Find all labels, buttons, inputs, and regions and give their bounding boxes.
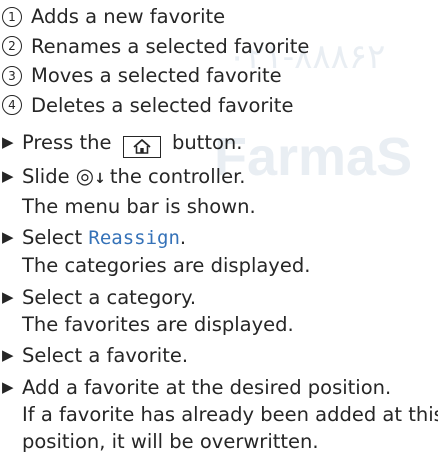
step-result: The categories are displayed. bbox=[22, 254, 311, 277]
step-3: ▶ Select Reassign. The categories are di… bbox=[2, 224, 438, 279]
step-text: button. bbox=[171, 131, 243, 154]
step-result: The menu bar is shown. bbox=[22, 194, 256, 218]
legend-item: 3 Moves a selected favorite bbox=[2, 61, 309, 91]
bullet-arrow-icon: ▶ bbox=[2, 287, 14, 306]
legend-item: 1 Adds a new favorite bbox=[2, 2, 309, 32]
step-text: Press the bbox=[22, 131, 112, 154]
legend-text: Renames a selected favorite bbox=[31, 34, 310, 58]
step-text: Select a category. bbox=[22, 285, 197, 309]
legend-text: Moves a selected favorite bbox=[31, 64, 282, 88]
step-1: ▶ Press the button. bbox=[2, 129, 438, 158]
step-2: ▶ Slide ◎↓ the controller. The menu bar i… bbox=[2, 163, 438, 220]
slide-down-arrow-icon: ↓ bbox=[94, 170, 106, 187]
step-5: ▶ Select a favorite. bbox=[2, 342, 438, 369]
step-text: Select bbox=[22, 226, 83, 249]
bullet-arrow-icon: ▶ bbox=[2, 133, 14, 151]
circled-number-1: 1 bbox=[2, 6, 22, 27]
step-text: the controller. bbox=[109, 164, 246, 188]
step-text: Slide bbox=[22, 164, 70, 188]
circled-number-2: 2 bbox=[2, 36, 22, 57]
home-icon bbox=[133, 139, 151, 154]
step-text: Add a favorite at the desired position. bbox=[22, 375, 392, 399]
step-4: ▶ Select a category. The favorites are d… bbox=[2, 284, 438, 338]
legend-item: 2 Renames a selected favorite bbox=[2, 32, 309, 62]
controller-icon: ◎ bbox=[75, 163, 95, 188]
bullet-arrow-icon: ▶ bbox=[2, 377, 14, 396]
menu-term-reassign: Reassign bbox=[88, 227, 180, 249]
legend-item: 4 Deletes a selected favorite bbox=[2, 91, 309, 121]
step-result: If a favorite has already been added at … bbox=[22, 402, 438, 426]
circled-number-4: 4 bbox=[2, 95, 22, 116]
home-button bbox=[122, 136, 161, 158]
step-result: position, it will be overwritten. bbox=[22, 429, 319, 453]
bullet-arrow-icon: ▶ bbox=[2, 166, 14, 185]
step-6: ▶ Add a favorite at the desired position… bbox=[2, 374, 438, 455]
legend-list: 1 Adds a new favorite 2 Renames a select… bbox=[2, 2, 309, 120]
legend-text: Deletes a selected favorite bbox=[31, 93, 294, 117]
instruction-steps: ▶ Press the button. ▶ Slide ◎↓ the contro… bbox=[2, 129, 438, 459]
step-result: The favorites are displayed. bbox=[22, 312, 294, 336]
bullet-arrow-icon: ▶ bbox=[2, 228, 14, 246]
bullet-arrow-icon: ▶ bbox=[2, 346, 14, 364]
circled-number-3: 3 bbox=[2, 65, 22, 86]
step-text: . bbox=[179, 226, 187, 249]
step-text: Select a favorite. bbox=[22, 344, 189, 367]
legend-text: Adds a new favorite bbox=[31, 5, 226, 29]
